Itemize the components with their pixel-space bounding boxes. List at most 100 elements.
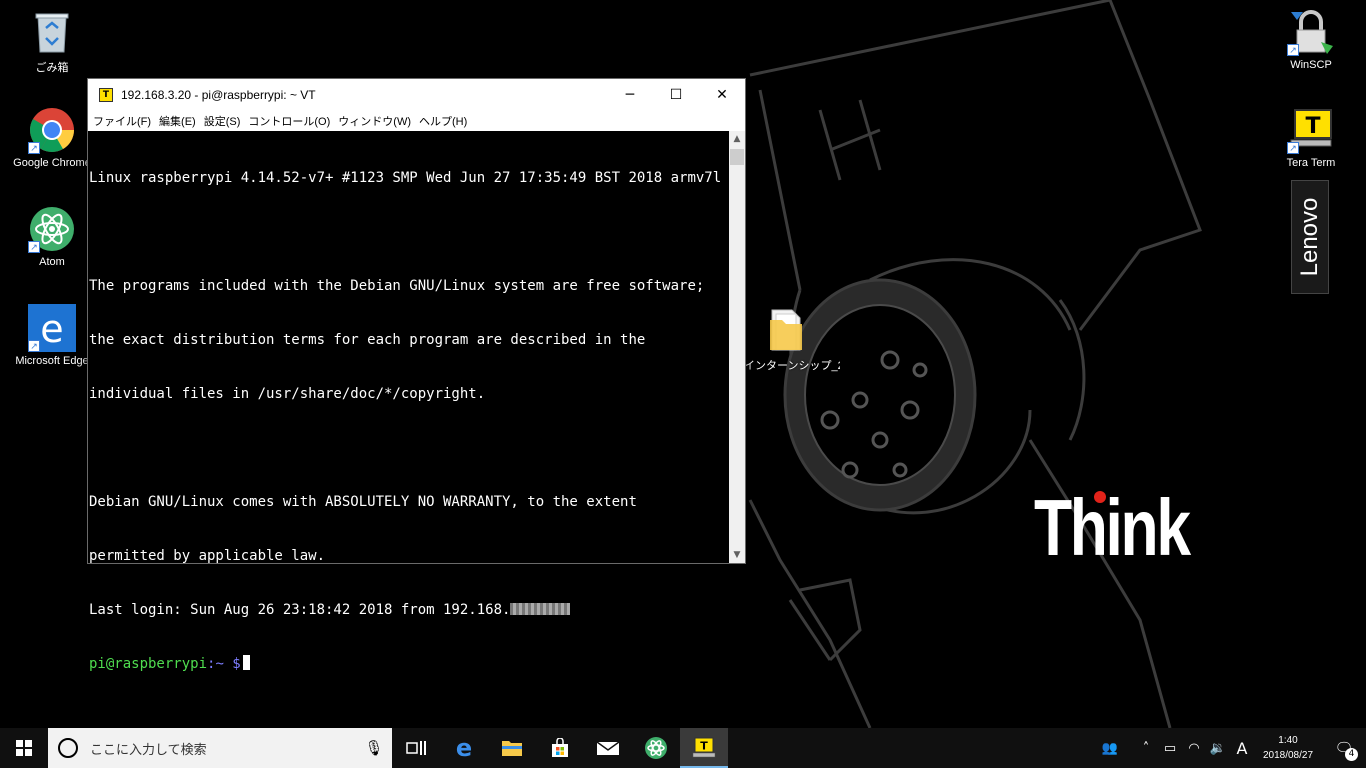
terminal-line: The programs included with the Debian GN… [89, 278, 705, 294]
teraterm-icon: T ↗ [1287, 106, 1335, 154]
maximize-button[interactable]: ☐ [653, 79, 699, 111]
shortcut-arrow-icon: ↗ [1287, 142, 1299, 154]
chrome-icon: ↗ [28, 106, 76, 154]
prompt-user: pi@raspberrypi [89, 656, 208, 672]
mail-icon [596, 741, 620, 755]
recycle-bin-icon [28, 8, 76, 56]
menu-help[interactable]: ヘルプ(H) [418, 113, 474, 129]
folder-icon [762, 306, 810, 354]
atom-icon [645, 737, 667, 759]
atom-icon: ↗ [28, 205, 76, 253]
winscp-icon: ↗ [1287, 8, 1335, 56]
desktop-icon-internship-folder[interactable]: インターンシップ_2018 [744, 306, 840, 373]
cortana-icon [58, 738, 78, 758]
store-icon [552, 738, 568, 757]
battery-icon[interactable]: ▭ [1158, 741, 1182, 756]
search-placeholder: ここに入力して検索 [90, 741, 207, 757]
menu-setup[interactable]: 設定(S) [203, 113, 248, 129]
vertical-scrollbar[interactable]: ▲ ▼ [729, 131, 745, 563]
windows-logo-icon [16, 740, 32, 756]
wifi-icon[interactable]: ◠ [1182, 741, 1206, 756]
terminal-line: ​ [89, 223, 729, 241]
desktop: Think Lenovo ごみ箱 ↗ Google Chrome ↗ Atom … [0, 0, 1366, 728]
desktop-icon-label: WinSCP [1290, 59, 1332, 71]
desktop-icon-teraterm[interactable]: T ↗ Tera Term [1269, 106, 1353, 169]
desktop-icon-label: Microsoft Edge [15, 355, 89, 367]
teraterm-title-icon: T [99, 88, 113, 102]
taskbar-edge[interactable]: e [440, 728, 488, 768]
lenovo-badge: Lenovo [1291, 180, 1329, 294]
desktop-icon-label: Google Chrome [13, 157, 91, 169]
clock-date: 2018/08/27 [1262, 750, 1314, 761]
notification-count: 4 [1345, 748, 1358, 761]
task-view-button[interactable] [392, 728, 440, 768]
close-button[interactable]: ✕ [699, 79, 745, 111]
terminal-line: Linux raspberrypi 4.14.52-v7+ #1123 SMP … [89, 170, 722, 186]
minimize-button[interactable]: ─ [607, 79, 653, 111]
terminal-line: permitted by applicable law. [89, 548, 326, 564]
action-center-button[interactable]: 🗨 4 [1322, 728, 1366, 768]
show-hidden-icons-chevron-icon[interactable]: ˄ [1134, 741, 1158, 756]
desktop-icon-edge[interactable]: e ↗ Microsoft Edge [10, 304, 94, 367]
terminal-cursor [242, 655, 250, 670]
menu-edit[interactable]: 編集(E) [158, 113, 203, 129]
redacted-ip [510, 603, 571, 615]
task-view-icon [406, 741, 426, 755]
taskbar-atom[interactable] [632, 728, 680, 768]
svg-text:e: e [40, 307, 63, 351]
svg-text:T: T [1305, 114, 1320, 139]
shortcut-arrow-icon: ↗ [28, 142, 40, 154]
window-title: 192.168.3.20 - pi@raspberrypi: ~ VT [121, 88, 316, 102]
scroll-down-arrow-icon[interactable]: ▼ [729, 547, 745, 563]
teraterm-icon: T [692, 737, 716, 758]
people-icon[interactable]: 👥 [1098, 741, 1122, 756]
lenovo-badge-text: Lenovo [1296, 197, 1323, 277]
menu-file[interactable]: ファイル(F) [92, 113, 158, 129]
menu-window[interactable]: ウィンドウ(W) [337, 113, 418, 129]
search-box[interactable]: ここに入力して検索 🎙 [48, 728, 392, 768]
clock[interactable]: 1:40 2018/08/27 [1254, 733, 1322, 763]
desktop-icon-chrome[interactable]: ↗ Google Chrome [10, 106, 94, 169]
taskbar-file-explorer[interactable] [488, 728, 536, 768]
edge-icon: e ↗ [28, 304, 76, 352]
terminal-area[interactable]: Linux raspberrypi 4.14.52-v7+ #1123 SMP … [88, 131, 729, 672]
terminal-output: Linux raspberrypi 4.14.52-v7+ #1123 SMP … [88, 131, 729, 709]
microphone-icon[interactable]: 🎙 [356, 739, 392, 757]
scroll-up-arrow-icon[interactable]: ▲ [729, 131, 745, 147]
terminal-line: Debian GNU/Linux comes with ABSOLUTELY N… [89, 494, 637, 510]
taskbar-store[interactable] [536, 728, 584, 768]
taskbar-mail[interactable] [584, 728, 632, 768]
shortcut-arrow-icon: ↗ [1287, 44, 1299, 56]
start-button[interactable] [0, 728, 48, 768]
svg-text:T: T [700, 740, 708, 753]
think-logo: Think [1034, 483, 1191, 572]
think-logo-dot [1094, 491, 1106, 503]
scrollbar-thumb[interactable] [730, 149, 744, 165]
edge-icon: e [455, 734, 473, 762]
terminal-line: individual files in /usr/share/doc/*/cop… [89, 386, 486, 402]
last-login-text: Last login: Sun Aug 26 23:18:42 2018 fro… [89, 602, 511, 618]
window-titlebar[interactable]: T 192.168.3.20 - pi@raspberrypi: ~ VT ─ … [88, 79, 745, 111]
menu-control[interactable]: コントロール(O) [247, 113, 337, 129]
taskbar: ここに入力して検索 🎙 e T 👥 ˄ ▭ ◠ 🔉 A 1:40 2018/08… [0, 728, 1366, 768]
desktop-icon-recycle-bin[interactable]: ごみ箱 [10, 8, 94, 75]
taskbar-teraterm[interactable]: T [680, 728, 728, 768]
prompt-line: pi@raspberrypi:~ $ [89, 655, 729, 673]
system-tray: 👥 ˄ ▭ ◠ 🔉 A 1:40 2018/08/27 🗨 4 [1098, 728, 1366, 768]
desktop-icon-label: Atom [39, 256, 65, 268]
shortcut-arrow-icon: ↗ [28, 241, 40, 253]
ime-indicator[interactable]: A [1230, 739, 1254, 758]
desktop-icon-atom[interactable]: ↗ Atom [10, 205, 94, 268]
menu-bar: ファイル(F) 編集(E) 設定(S) コントロール(O) ウィンドウ(W) ヘ… [88, 111, 745, 131]
volume-icon[interactable]: 🔉 [1206, 741, 1230, 756]
desktop-icon-winscp[interactable]: ↗ WinSCP [1269, 8, 1353, 71]
prompt-path: :~ $ [207, 656, 241, 672]
last-login-line: Last login: Sun Aug 26 23:18:42 2018 fro… [89, 601, 729, 619]
desktop-icon-label: インターンシップ_2018 [744, 360, 840, 372]
terminal-line: ​ [89, 439, 729, 457]
file-explorer-icon [502, 741, 522, 756]
shortcut-arrow-icon: ↗ [28, 340, 40, 352]
clock-time: 1:40 [1278, 735, 1298, 746]
teraterm-window[interactable]: T 192.168.3.20 - pi@raspberrypi: ~ VT ─ … [87, 78, 746, 672]
terminal-line: the exact distribution terms for each pr… [89, 332, 646, 348]
